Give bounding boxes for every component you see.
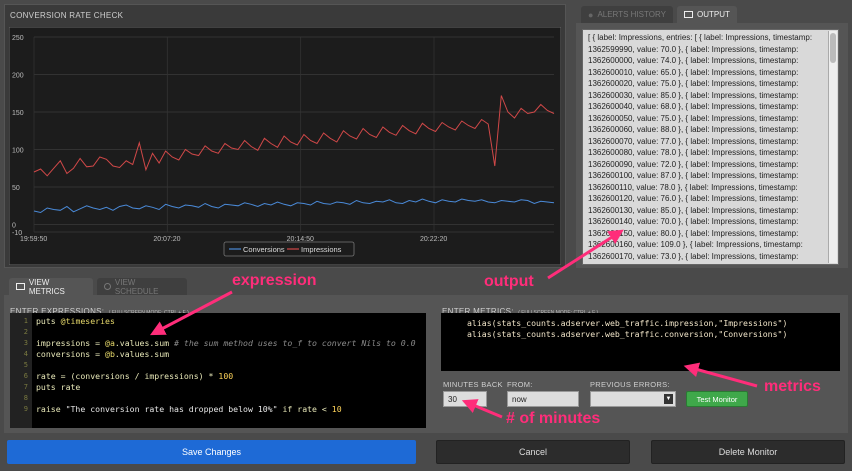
arrow-output	[547, 229, 624, 280]
arrow-metrics	[683, 362, 758, 388]
arrow-expression	[150, 290, 233, 336]
annotation-expression: expression	[232, 272, 317, 289]
annotation-arrows	[150, 229, 758, 419]
arrow-minutes	[461, 399, 503, 419]
annotation-output: output	[484, 273, 534, 290]
annotation-metrics: metrics	[764, 378, 821, 395]
annotation-minutes: # of minutes	[506, 410, 601, 427]
